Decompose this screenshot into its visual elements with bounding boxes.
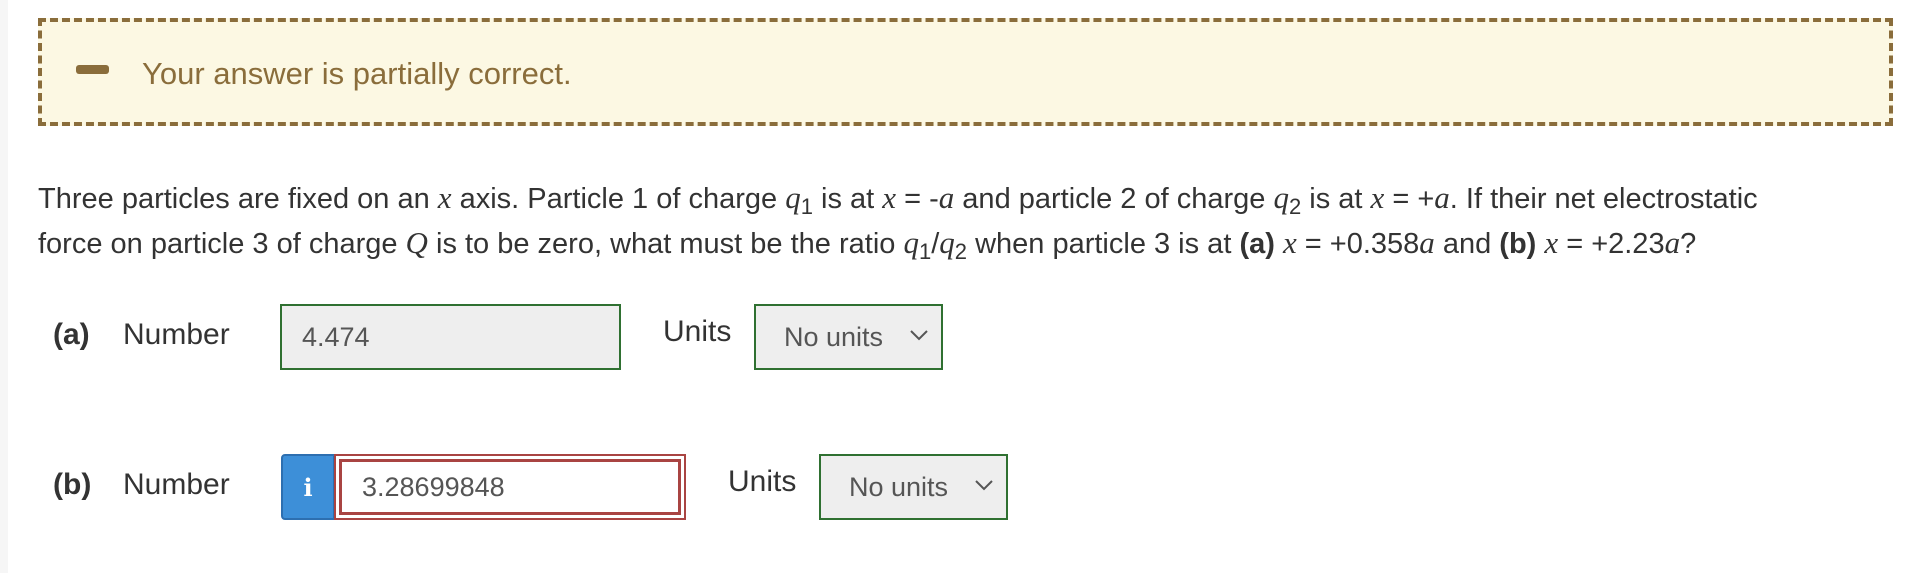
question-text: Three particles are fixed on an x axis. … <box>38 176 1908 266</box>
assignment-page: Your answer is partially correct. Three … <box>0 0 1924 573</box>
left-edge <box>0 0 8 573</box>
part-b-number-label: Number <box>123 468 230 501</box>
part-a-number-label: Number <box>123 318 230 351</box>
chevron-down-icon <box>975 480 993 491</box>
part-b-label: (b) <box>53 468 92 501</box>
part-b-units-value: No units <box>849 471 949 502</box>
feedback-banner: Your answer is partially correct. <box>38 18 1893 126</box>
part-a-units-value: No units <box>784 321 884 352</box>
part-a-label: (a) <box>53 318 90 351</box>
info-icon[interactable]: i <box>281 454 335 520</box>
minus-icon <box>76 65 109 74</box>
part-a-units-select[interactable]: No units <box>754 304 943 370</box>
question-line-1: Three particles are fixed on an x axis. … <box>38 180 1758 219</box>
question-line-2: force on particle 3 of charge Q is to be… <box>38 225 1697 264</box>
part-b-units-select[interactable]: No units <box>819 454 1008 520</box>
part-a-number-input[interactable]: 4.474 <box>280 304 621 370</box>
part-a-number-value: 4.474 <box>302 321 370 352</box>
feedback-message: Your answer is partially correct. <box>142 56 572 91</box>
part-b-number-input[interactable]: 3.28699848 <box>334 454 686 520</box>
part-a-units-label: Units <box>663 315 732 348</box>
part-b-units-label: Units <box>728 465 797 498</box>
chevron-down-icon <box>910 330 928 341</box>
part-b-number-value: 3.28699848 <box>362 471 505 502</box>
